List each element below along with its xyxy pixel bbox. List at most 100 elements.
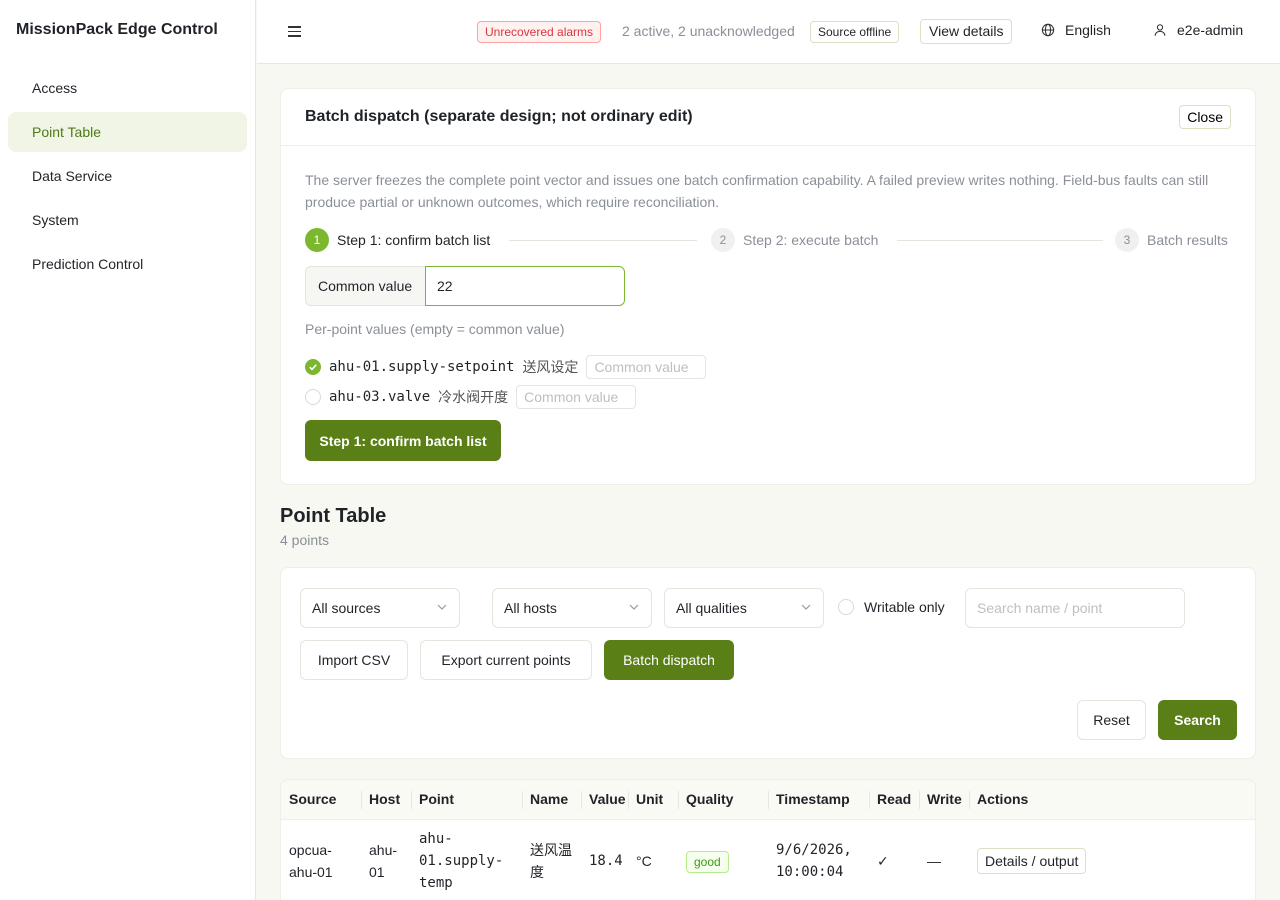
- batch-description: The server freezes the complete point ve…: [305, 172, 1209, 210]
- language-switcher[interactable]: English: [1041, 22, 1111, 38]
- batch-steps: 1 Step 1: confirm batch list 2 Step 2: e…: [305, 228, 1233, 252]
- filter-panel: All sources All hosts All qualities Writ…: [280, 567, 1256, 759]
- source-status-tag: Source offline: [810, 21, 900, 43]
- batch-dispatch-button[interactable]: Batch dispatch: [604, 640, 734, 680]
- cell-host: ahu-01: [369, 842, 398, 881]
- top-header: Unrecovered alarms 2 active, 2 unacknowl…: [257, 0, 1280, 64]
- column-header: Host: [361, 780, 411, 820]
- step-3: 3 Batch results: [1115, 228, 1228, 252]
- common-value-group: Common value: [305, 266, 625, 306]
- user-icon: [1154, 24, 1166, 36]
- cell-actions: Details / output: [969, 819, 1255, 900]
- step-divider: [509, 240, 697, 241]
- cell-value: 18.4: [589, 853, 623, 870]
- source-select-value: All sources: [312, 600, 381, 616]
- column-header: Read: [869, 780, 919, 820]
- table-header-row: Source Host Point Name Value Unit Qualit…: [281, 780, 1255, 820]
- column-header: Unit: [628, 780, 678, 820]
- step-2-label: Step 2: execute batch: [743, 232, 879, 248]
- quality-badge: good: [686, 850, 729, 873]
- cell-point: ahu-01.supply-temp: [419, 831, 504, 892]
- step-1-label: Step 1: confirm batch list: [337, 232, 491, 248]
- batch-point-row: ahu-01.supply-setpoint 送风设定: [305, 355, 707, 379]
- reset-button[interactable]: Reset: [1077, 700, 1146, 740]
- import-csv-button[interactable]: Import CSV: [300, 640, 408, 680]
- sidebar: MissionPack Edge Control Access Point Ta…: [0, 0, 256, 900]
- writable-only-label: Writable only: [864, 599, 945, 615]
- writable-only-toggle[interactable]: Writable only: [838, 599, 945, 615]
- step-1: 1 Step 1: confirm batch list: [305, 228, 490, 252]
- check-icon: [309, 364, 317, 371]
- app-title: MissionPack Edge Control: [16, 21, 218, 38]
- common-value-input[interactable]: [425, 266, 625, 306]
- search-input[interactable]: [965, 588, 1185, 628]
- batch-dispatch-panel: Batch dispatch (separate design; not ord…: [280, 88, 1256, 485]
- point-count: 4 points: [280, 532, 330, 548]
- column-header: Quality: [678, 780, 768, 820]
- chevron-down-icon: [437, 604, 447, 610]
- search-button[interactable]: Search: [1158, 700, 1237, 740]
- batch-point-name: 送风设定: [522, 359, 579, 375]
- column-header: Source: [281, 780, 361, 820]
- language-label: English: [1065, 22, 1111, 38]
- checkbox-unchecked[interactable]: [305, 389, 321, 405]
- point-table: Source Host Point Name Value Unit Qualit…: [280, 779, 1256, 900]
- column-header: Value: [581, 780, 628, 820]
- user-menu[interactable]: e2e-admin: [1153, 22, 1243, 38]
- cell-unit: °C: [636, 853, 652, 870]
- sidebar-item-point-table[interactable]: Point Table: [8, 112, 247, 152]
- menu-toggle-icon[interactable]: [283, 21, 305, 43]
- step-2-number: 2: [711, 228, 735, 252]
- view-details-button[interactable]: View details: [920, 19, 1013, 44]
- column-header: Write: [919, 780, 969, 820]
- column-header: Actions: [969, 780, 1255, 820]
- column-header: Name: [522, 780, 581, 820]
- details-output-button[interactable]: Details / output: [977, 848, 1087, 875]
- step-3-label: Batch results: [1147, 232, 1228, 248]
- page-title: Point Table: [280, 505, 387, 527]
- step-3-number: 3: [1115, 228, 1139, 252]
- batch-point-value-input[interactable]: [586, 355, 707, 379]
- confirm-batch-list-button[interactable]: Step 1: confirm batch list: [305, 420, 501, 461]
- alarm-summary: 2 active, 2 unacknowledged: [622, 23, 795, 39]
- sidebar-item-access[interactable]: Access: [8, 68, 247, 108]
- sidebar-item-data-service[interactable]: Data Service: [8, 156, 247, 196]
- sidebar-nav: Access Point Table Data Service System P…: [8, 68, 247, 288]
- per-point-label: Per-point values (empty = common value): [305, 321, 565, 337]
- chevron-down-icon: [629, 604, 639, 610]
- close-button[interactable]: Close: [1179, 105, 1231, 129]
- batch-panel-header: Batch dispatch (separate design; not ord…: [281, 89, 1255, 146]
- batch-point-value-input[interactable]: [516, 385, 637, 409]
- step-divider: [897, 240, 1103, 241]
- globe-icon: [1041, 23, 1055, 37]
- quality-select-value: All qualities: [676, 600, 747, 616]
- cell-quality: good: [678, 819, 768, 900]
- sidebar-item-system[interactable]: System: [8, 200, 247, 240]
- chevron-down-icon: [801, 604, 811, 610]
- quality-select[interactable]: All qualities: [664, 588, 824, 628]
- batch-point-row: ahu-03.valve 冷水阀开度: [305, 385, 637, 409]
- step-1-number: 1: [305, 228, 329, 252]
- cell-name: 送风温度: [530, 842, 572, 881]
- table-row: opcua-ahu-01 ahu-01 ahu-01.supply-temp 送…: [281, 819, 1255, 900]
- cell-timestamp: 9/6/2026, 10:00:04: [776, 842, 852, 881]
- column-header: Point: [411, 780, 522, 820]
- host-select-value: All hosts: [504, 600, 557, 616]
- batch-panel-title: Batch dispatch (separate design; not ord…: [305, 108, 693, 125]
- checkbox-checked[interactable]: [305, 359, 321, 375]
- source-select[interactable]: All sources: [300, 588, 460, 628]
- cell-source: opcua-ahu-01: [289, 842, 333, 881]
- column-header: Timestamp: [768, 780, 869, 820]
- batch-point-id: ahu-01.supply-setpoint: [329, 359, 515, 375]
- export-points-button[interactable]: Export current points: [420, 640, 592, 680]
- checkbox-unchecked[interactable]: [838, 599, 854, 615]
- step-2: 2 Step 2: execute batch: [711, 228, 878, 252]
- common-value-label: Common value: [305, 266, 425, 306]
- batch-point-name: 冷水阀开度: [438, 389, 509, 405]
- sidebar-item-prediction-control[interactable]: Prediction Control: [8, 244, 247, 284]
- host-select[interactable]: All hosts: [492, 588, 652, 628]
- user-name: e2e-admin: [1177, 22, 1244, 38]
- batch-point-id: ahu-03.valve: [329, 389, 431, 405]
- cell-read: ✓: [877, 853, 889, 870]
- alarm-badge: Unrecovered alarms: [477, 21, 602, 43]
